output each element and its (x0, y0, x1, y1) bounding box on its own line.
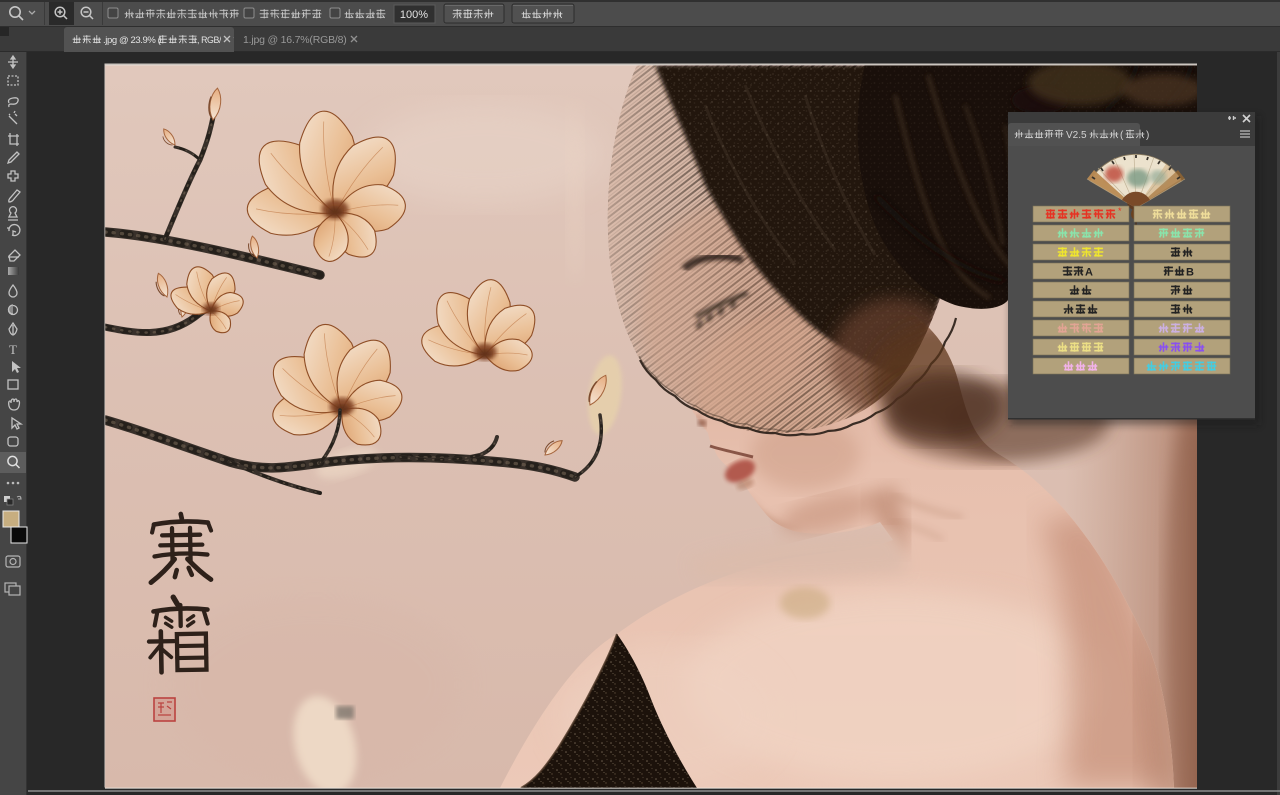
svg-text:.jpg @ 23.9% (: .jpg @ 23.9% ( (103, 35, 162, 46)
svg-text:A: A (1085, 267, 1093, 279)
svg-text:T: T (9, 342, 17, 357)
svg-text:B: B (1186, 267, 1194, 279)
svg-text:V2.5: V2.5 (1066, 130, 1087, 141)
svg-text:1.jpg @ 16.7%(RGB/8): 1.jpg @ 16.7%(RGB/8) (243, 34, 347, 46)
svg-text:100%: 100% (400, 9, 428, 21)
svg-text:*: * (1118, 206, 1122, 216)
svg-text:): ) (1146, 130, 1149, 141)
